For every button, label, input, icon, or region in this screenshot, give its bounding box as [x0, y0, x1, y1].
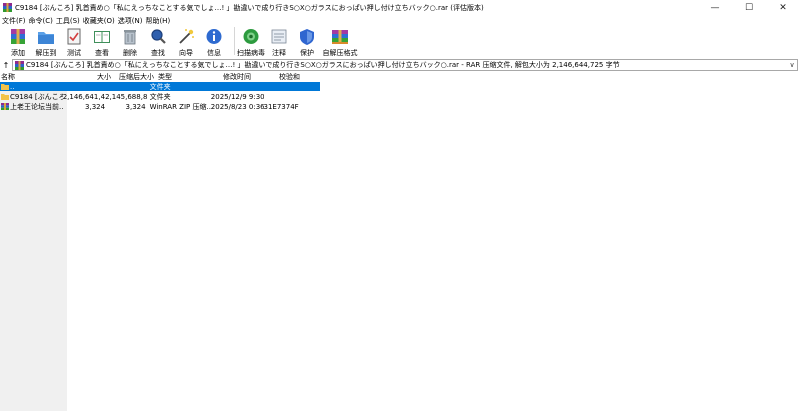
table-row[interactable]: C9184 [ぶんころ] 乳首責め○「私にえっちなことする気でしょ…! 」勘違い…	[0, 92, 320, 101]
virus-scan-icon	[241, 27, 261, 46]
delete-button[interactable]: 删除	[118, 27, 142, 58]
row-modified: 2025/8/23 0:36	[210, 102, 264, 111]
menu-tools[interactable]: 工具(S)	[56, 16, 80, 26]
extract-to-button[interactable]: 解压到	[34, 27, 58, 58]
find-button[interactable]: 查找	[146, 27, 170, 58]
file-list[interactable]: .. 文件夹 C9184 [ぶんころ] 乳首責め○「私にえっちなことする気でしょ…	[0, 82, 800, 411]
row-size: 2,146,641,4...	[62, 92, 106, 101]
comment-icon	[269, 27, 289, 46]
info-icon	[204, 27, 224, 46]
winrar-app-icon	[3, 3, 12, 12]
wizard-label: 向导	[179, 49, 193, 57]
add-label: 添加	[11, 49, 25, 57]
magnifier-icon	[148, 27, 168, 46]
address-bar: ↑ C9184 [ぶんころ] 乳首責め○「私にえっちなことする気でしょ…! 」勘…	[0, 59, 800, 71]
column-type[interactable]: 类型	[156, 72, 223, 82]
table-row[interactable]: .. 文件夹	[0, 82, 320, 91]
minimize-button[interactable]: —	[698, 0, 732, 15]
row-type: WinRAR ZIP 压缩...	[149, 102, 211, 111]
path-text: C9184 [ぶんころ] 乳首責め○「私にえっちなことする気でしょ…! 」勘違い…	[26, 61, 620, 69]
toolbar: 添加 解压到 测试 查看 删除 查找 向导 信息 扫描病毒 注释 保护 自解压格…	[0, 27, 800, 59]
folder-icon	[1, 93, 9, 100]
sfx-button[interactable]: 自解压格式	[322, 27, 358, 58]
row-crc: 31E7374F	[263, 102, 299, 111]
menu-bar: 文件(F) 命令(C) 工具(S) 收藏夹(O) 选项(N) 帮助(H)	[0, 15, 800, 26]
shield-icon	[297, 27, 317, 46]
add-books-icon	[8, 27, 28, 46]
sfx-archive-icon	[330, 27, 350, 46]
column-crc[interactable]: 校验和	[279, 72, 339, 82]
test-button[interactable]: 测试	[62, 27, 86, 58]
wizard-button[interactable]: 向导	[174, 27, 198, 58]
wizard-wand-icon	[176, 27, 196, 46]
maximize-button[interactable]: ☐	[732, 0, 766, 15]
window-title: C9184 [ぶんころ] 乳首責め○「私にえっちなことする気でしょ…! 」勘違い…	[15, 3, 484, 12]
row-modified: 2025/12/9 9:30	[210, 92, 264, 101]
menu-help[interactable]: 帮助(H)	[145, 16, 170, 26]
table-row[interactable]: 上老王论坛当前... 3,324 3,324 WinRAR ZIP 压缩... …	[0, 102, 320, 111]
column-packed[interactable]: 压缩后大小	[111, 72, 156, 82]
menu-file[interactable]: 文件(F)	[2, 16, 26, 26]
protect-button[interactable]: 保护	[295, 27, 319, 58]
test-clipboard-icon	[64, 27, 84, 46]
extract-to-label: 解压到	[35, 49, 57, 57]
info-label: 信息	[207, 49, 221, 57]
delete-label: 删除	[123, 49, 137, 57]
close-button[interactable]: ✕	[766, 0, 800, 15]
virus-scan-button[interactable]: 扫描病毒	[237, 27, 265, 58]
info-button[interactable]: 信息	[202, 27, 226, 58]
menu-options[interactable]: 选项(N)	[118, 16, 143, 26]
row-type: 文件夹	[149, 92, 171, 101]
toolbar-separator	[234, 27, 235, 55]
extract-folder-icon	[36, 27, 56, 46]
column-size[interactable]: 大小	[66, 72, 111, 82]
trash-bin-icon	[120, 27, 140, 46]
row-name: ..	[10, 82, 15, 91]
find-label: 查找	[151, 49, 165, 57]
row-packed: 2,145,688,8...	[105, 92, 148, 101]
path-field[interactable]: C9184 [ぶんころ] 乳首責め○「私にえっちなことする気でしょ…! 」勘違い…	[12, 59, 798, 71]
column-modified[interactable]: 修改时间	[223, 72, 279, 82]
menu-commands[interactable]: 命令(C)	[29, 16, 53, 26]
parent-folder-icon	[1, 83, 9, 90]
view-book-icon	[92, 27, 112, 46]
virus-scan-label: 扫描病毒	[237, 49, 265, 57]
name-column-shade	[0, 82, 67, 411]
comment-label: 注释	[272, 49, 286, 57]
row-name: C9184 [ぶんころ] 乳首責め○「私にえっちなことする気でしょ…! 」勘違い…	[10, 92, 63, 101]
add-button[interactable]: 添加	[6, 27, 30, 58]
row-name: 上老王论坛当前...	[10, 102, 63, 111]
column-name[interactable]: 名称	[0, 72, 66, 82]
rar-archive-icon	[15, 60, 24, 70]
protect-label: 保护	[300, 49, 314, 57]
zip-archive-icon	[1, 103, 9, 110]
row-type: 文件夹	[149, 82, 171, 91]
title-bar: C9184 [ぶんころ] 乳首責め○「私にえっちなことする気でしょ…! 」勘違い…	[0, 0, 800, 15]
view-button[interactable]: 查看	[90, 27, 114, 58]
menu-favorites[interactable]: 收藏夹(O)	[83, 16, 115, 26]
comment-button[interactable]: 注释	[267, 27, 291, 58]
row-size: 3,324	[85, 102, 106, 111]
sfx-label: 自解压格式	[322, 49, 358, 57]
test-label: 测试	[67, 49, 81, 57]
column-header: 名称 大小 压缩后大小 类型 修改时间 校验和	[0, 72, 800, 82]
chevron-down-icon[interactable]: ∨	[787, 61, 797, 69]
view-label: 查看	[95, 49, 109, 57]
row-packed: 3,324	[125, 102, 146, 111]
up-arrow-button[interactable]: ↑	[0, 59, 12, 71]
